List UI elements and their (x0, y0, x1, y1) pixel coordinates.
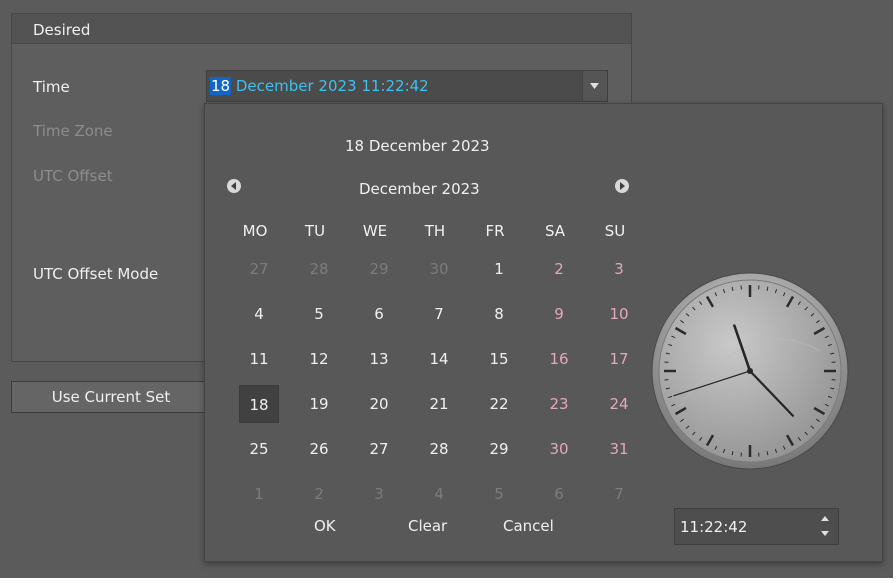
datetime-picker-popup: 18 December 2023 December 2023 MO TU WE … (204, 103, 883, 562)
calendar-day[interactable]: 12 (299, 340, 339, 378)
prev-month-button[interactable] (227, 179, 241, 193)
calendar-day[interactable]: 6 (359, 295, 399, 333)
calendar-day[interactable]: 29 (359, 250, 399, 288)
calendar-day[interactable]: 13 (359, 340, 399, 378)
calendar-day[interactable]: 28 (299, 250, 339, 288)
time-value-rest: December 2023 11:22:42 (231, 77, 429, 95)
time-day-selection: 18 (210, 77, 232, 95)
calendar-day[interactable]: 8 (479, 295, 519, 333)
calendar-day[interactable]: 3 (599, 250, 639, 288)
arrow-right-circle-icon (620, 182, 625, 190)
spin-up-icon[interactable] (821, 516, 829, 521)
calendar-day[interactable]: 19 (299, 385, 339, 423)
calendar-day[interactable]: 11 (239, 340, 279, 378)
arrow-left-circle-icon (231, 182, 236, 190)
group-title: Desired (33, 21, 91, 39)
clock-face-icon (651, 272, 849, 470)
use-current-settings-button[interactable]: Use Current Set (11, 381, 211, 413)
calendar-day[interactable]: 2 (539, 250, 579, 288)
combo-dropdown-button[interactable] (582, 71, 607, 101)
calendar-day[interactable]: 4 (239, 295, 279, 333)
spin-down-icon[interactable] (821, 531, 829, 536)
calendar-day[interactable]: 5 (479, 475, 519, 513)
weekday-mo: MO (242, 222, 268, 240)
time-zone-label: Time Zone (33, 122, 113, 140)
selected-date-header: 18 December 2023 (345, 137, 490, 155)
calendar-day[interactable]: 31 (599, 430, 639, 468)
time-spinbox[interactable]: 11:22:42 (674, 508, 839, 545)
calendar-day[interactable]: 7 (599, 475, 639, 513)
calendar-day[interactable]: 4 (419, 475, 459, 513)
group-header: Desired (12, 14, 631, 44)
calendar-day[interactable]: 26 (299, 430, 339, 468)
time-combo[interactable]: 18 December 2023 11:22:42 (206, 70, 608, 102)
utc-offset-label: UTC Offset (33, 167, 113, 185)
calendar-day[interactable]: 28 (419, 430, 459, 468)
weekday-su: SU (604, 222, 626, 240)
calendar-day[interactable]: 3 (359, 475, 399, 513)
cancel-button[interactable]: Cancel (503, 517, 554, 535)
analog-clock (650, 271, 850, 475)
calendar-day[interactable]: 30 (539, 430, 579, 468)
weekday-fr: FR (485, 222, 505, 240)
weekday-we: WE (362, 222, 388, 240)
calendar-day[interactable]: 14 (419, 340, 459, 378)
chevron-down-icon (590, 83, 599, 89)
clock-center (747, 368, 753, 374)
calendar-day[interactable]: 15 (479, 340, 519, 378)
time-value[interactable]: 18 December 2023 11:22:42 (210, 77, 429, 95)
calendar-day[interactable]: 10 (599, 295, 639, 333)
calendar-day[interactable]: 23 (539, 385, 579, 423)
month-label: December 2023 (359, 180, 480, 198)
time-label: Time (33, 78, 70, 96)
calendar-day[interactable]: 16 (539, 340, 579, 378)
calendar-day[interactable]: 17 (599, 340, 639, 378)
calendar-day[interactable]: 24 (599, 385, 639, 423)
calendar-day[interactable]: 27 (239, 250, 279, 288)
calendar-day[interactable]: 6 (539, 475, 579, 513)
calendar-day[interactable]: 27 (359, 430, 399, 468)
utc-offset-mode-label: UTC Offset Mode (33, 265, 159, 283)
weekday-sa: SA (544, 222, 566, 240)
time-spinbox-value[interactable]: 11:22:42 (680, 518, 747, 536)
calendar-day[interactable]: 1 (239, 475, 279, 513)
calendar-day[interactable]: 22 (479, 385, 519, 423)
calendar-day[interactable]: 18 (239, 385, 279, 423)
calendar-day[interactable]: 2 (299, 475, 339, 513)
weekday-th: TH (424, 222, 446, 240)
weekday-tu: TU (304, 222, 326, 240)
calendar-day[interactable]: 1 (479, 250, 519, 288)
clear-button[interactable]: Clear (408, 517, 447, 535)
calendar-day[interactable]: 9 (539, 295, 579, 333)
calendar-day[interactable]: 7 (419, 295, 459, 333)
ok-button[interactable]: OK (314, 517, 336, 535)
calendar-day[interactable]: 25 (239, 430, 279, 468)
calendar-day[interactable]: 20 (359, 385, 399, 423)
calendar-day[interactable]: 30 (419, 250, 459, 288)
next-month-button[interactable] (615, 179, 629, 193)
calendar-day[interactable]: 29 (479, 430, 519, 468)
calendar-day[interactable]: 21 (419, 385, 459, 423)
calendar-day[interactable]: 5 (299, 295, 339, 333)
